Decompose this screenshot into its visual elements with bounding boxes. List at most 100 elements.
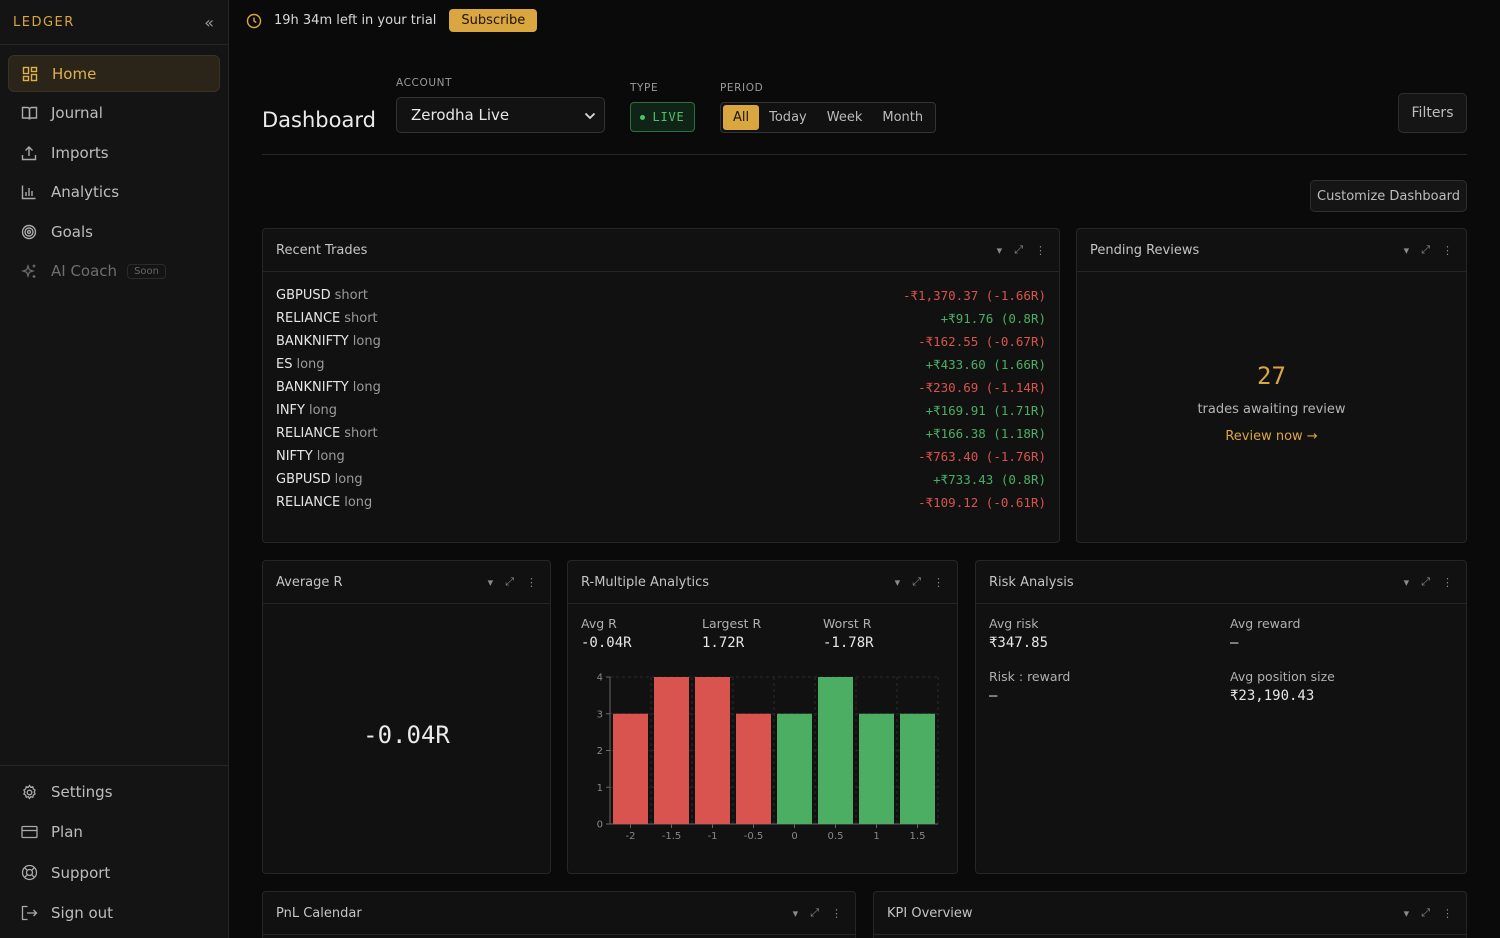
grid-icon [21,65,39,83]
type-label: TYPE [630,82,659,94]
expand-panel-icon[interactable]: ⤢ [912,575,921,589]
card-icon [20,823,38,841]
trade-symbol-text: ES [276,357,293,372]
stat-value: ₹23,190.43 [1230,688,1315,704]
trade-symbol: GBPUSD long [276,472,363,487]
brand-logo: LEDGER [13,14,75,30]
sidebar-item-ai-coach[interactable]: AI Coach Soon [8,253,220,290]
customize-dashboard-button[interactable]: Customize Dashboard [1310,180,1467,212]
more-menu-icon[interactable]: ⋮ [1442,907,1453,920]
trade-pnl: +₹91.76 (0.8R) [940,311,1046,326]
trade-direction: short [334,288,369,303]
page-title: Dashboard [262,108,376,132]
table-row[interactable]: BANKNIFTY long -₹162.55 (-0.67R) [276,330,1046,353]
sidebar-item-support[interactable]: Support [8,854,220,892]
review-now-link[interactable]: Review now → [1225,429,1317,444]
panel-header: KPI Overview ▾ ⤢ ⋮ [874,892,1466,935]
trade-symbol-text: RELIANCE [276,311,341,326]
trade-symbol-text: GBPUSD [276,288,331,303]
period-today[interactable]: Today [759,105,817,130]
sidebar-item-sign-out[interactable]: Sign out [8,894,220,932]
trial-banner: 19h 34m left in your trial Subscribe [246,8,538,33]
period-month[interactable]: Month [872,105,933,130]
panel-header: PnL Calendar ▾ ⤢ ⋮ [263,892,855,935]
period-all[interactable]: All [723,105,760,130]
average-r-value: -0.04R [363,721,450,749]
sidebar-item-settings[interactable]: Settings [8,774,220,812]
lifebuoy-icon [20,864,38,882]
collapse-panel-icon[interactable]: ▾ [488,576,494,589]
table-row[interactable]: RELIANCE short +₹166.38 (1.18R) [276,422,1046,445]
sidebar-item-plan[interactable]: Plan [8,814,220,852]
collapse-panel-icon[interactable]: ▾ [1404,244,1410,257]
trade-pnl: -₹109.12 (-0.61R) [918,495,1046,510]
sidebar-item-imports[interactable]: Imports [8,134,220,171]
trade-symbol-text: NIFTY [276,449,313,464]
collapse-panel-icon[interactable]: ▾ [997,244,1003,257]
y-tick-label: 4 [597,673,603,684]
pnl-calendar-panel: PnL Calendar ▾ ⤢ ⋮ [262,891,856,938]
stat-value: ₹347.85 [989,635,1049,651]
trade-pnl: -₹162.55 (-0.67R) [918,334,1046,349]
live-dot-icon [640,114,646,120]
average-r-panel: Average R ▾ ⤢ ⋮ -0.04R [262,560,551,874]
period-week[interactable]: Week [817,105,873,130]
sidebar-item-label: Imports [51,143,109,162]
table-row[interactable]: INFY long +₹169.91 (1.71R) [276,399,1046,422]
table-row[interactable]: RELIANCE long -₹109.12 (-0.61R) [276,491,1046,514]
expand-panel-icon[interactable]: ⤢ [1421,575,1430,589]
risk-analysis-panel: Risk Analysis ▾ ⤢ ⋮ Avg risk ₹347.85 Avg… [975,560,1467,874]
gear-icon [20,783,38,801]
more-menu-icon[interactable]: ⋮ [933,576,944,589]
table-row[interactable]: ES long +₹433.60 (1.66R) [276,353,1046,376]
subscribe-button[interactable]: Subscribe [449,9,538,32]
expand-panel-icon[interactable]: ⤢ [810,906,819,920]
more-menu-icon[interactable]: ⋮ [1442,576,1453,589]
table-row[interactable]: GBPUSD short -₹1,370.37 (-1.66R) [276,284,1046,307]
trade-direction: short [344,426,378,441]
expand-panel-icon[interactable]: ⤢ [1014,243,1023,257]
pending-count: 27 [1257,362,1286,390]
panel-title: KPI Overview [887,905,973,921]
sidebar-item-label: Settings [51,783,113,802]
panel-tools: ▾ ⤢ ⋮ [1404,243,1453,257]
table-row[interactable]: NIFTY long -₹763.40 (-1.76R) [276,445,1046,468]
collapse-panel-icon[interactable]: ▾ [895,576,901,589]
sidebar-item-home[interactable]: Home [8,55,220,92]
filters-button[interactable]: Filters [1398,93,1467,133]
x-tick-label: -2 [626,831,636,842]
stat-value: 1.72R [702,635,745,651]
sidebar-item-label: AI Coach [51,262,118,281]
collapse-sidebar-icon[interactable]: « [204,13,214,32]
panel-tools: ▾ ⤢ ⋮ [488,575,537,589]
expand-panel-icon[interactable]: ⤢ [1421,906,1430,920]
worst-r-stat: Worst R -1.78R [823,616,944,651]
sidebar-bottom: Settings Plan Support Sign out [0,764,228,938]
sidebar-item-goals[interactable]: Goals [8,213,220,250]
trade-symbol: RELIANCE short [276,426,378,441]
soon-badge: Soon [127,263,166,279]
more-menu-icon[interactable]: ⋮ [1442,244,1453,257]
expand-panel-icon[interactable]: ⤢ [1421,243,1430,257]
collapse-panel-icon[interactable]: ▾ [1404,907,1410,920]
more-menu-icon[interactable]: ⋮ [831,907,842,920]
account-select[interactable]: Zerodha Live [396,97,605,133]
trade-pnl: +₹169.91 (1.71R) [925,403,1046,418]
table-row[interactable]: GBPUSD long +₹733.43 (0.8R) [276,468,1046,491]
table-row[interactable]: BANKNIFTY long -₹230.69 (-1.14R) [276,376,1046,399]
more-menu-icon[interactable]: ⋮ [526,576,537,589]
bar [613,713,648,824]
sidebar-item-analytics[interactable]: Analytics [8,174,220,211]
collapse-panel-icon[interactable]: ▾ [1404,576,1410,589]
table-row[interactable]: RELIANCE short +₹91.76 (0.8R) [276,307,1046,330]
more-menu-icon[interactable]: ⋮ [1035,244,1046,257]
trade-symbol: GBPUSD short [276,288,368,303]
panel-header: Risk Analysis ▾ ⤢ ⋮ [976,561,1466,604]
collapse-panel-icon[interactable]: ▾ [793,907,799,920]
period-label: PERIOD [720,82,764,94]
chevron-down-icon [584,106,596,124]
panel-title: Recent Trades [276,242,368,258]
expand-panel-icon[interactable]: ⤢ [505,575,514,589]
account-select-value: Zerodha Live [411,106,510,124]
sidebar-item-journal[interactable]: Journal [8,95,220,132]
